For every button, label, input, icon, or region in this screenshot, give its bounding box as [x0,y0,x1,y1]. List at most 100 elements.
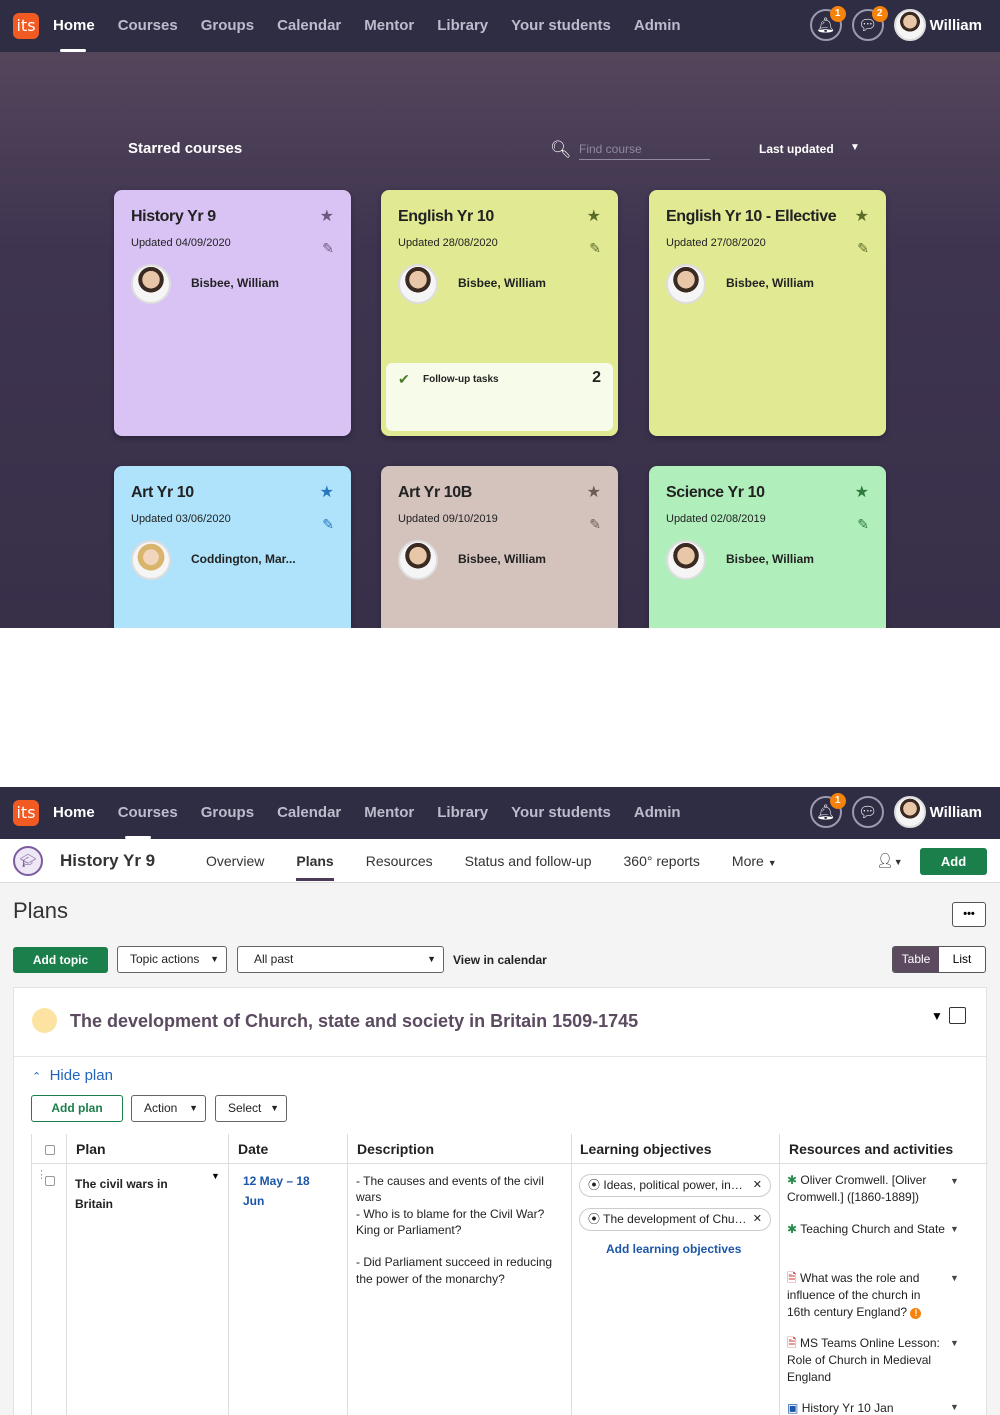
course-card[interactable]: Science Yr 10 Updated 02/08/2019 ★ ✎ Bisbee,… [649,466,886,628]
nav-calendar[interactable]: Calendar [277,787,341,839]
nav-your-students[interactable]: Your students [511,0,611,52]
notifications-button[interactable]: 🔔︎ 1 [809,6,846,41]
plan-date[interactable]: 12 May – 18 Jun [243,1171,323,1211]
close-icon[interactable]: ✕ [753,1175,762,1196]
view-table-button[interactable]: Table [893,947,939,972]
star-icon[interactable]: ★ [855,482,869,502]
user-name[interactable]: William [930,17,982,34]
pencil-icon[interactable]: ✎ [589,240,601,257]
header-plan[interactable]: Plan [76,1141,106,1157]
course-card-title[interactable]: History Yr 9 [131,208,216,226]
nav-calendar[interactable]: Calendar [277,0,341,52]
course-card-title[interactable]: Art Yr 10 [131,484,194,502]
nav-home[interactable]: Home [53,787,95,839]
person-icon[interactable]: 👤︎▼ [876,852,903,869]
tab-more[interactable]: More ▼ [732,839,777,883]
user-name[interactable]: William [930,804,982,821]
resource-item[interactable]: ✱ Oliver Cromwell. [Oliver Cromwell.] ([… [787,1172,947,1206]
nav-admin[interactable]: Admin [634,0,681,52]
pencil-icon[interactable]: ✎ [322,240,334,257]
course-card-title[interactable]: English Yr 10 - Ellective [666,208,837,226]
its-logo[interactable]: its [13,800,39,826]
nav-courses[interactable]: Courses [118,0,178,52]
nav-home[interactable]: Home [53,0,95,52]
period-select[interactable]: All past ▼ [237,946,444,973]
header-resources[interactable]: Resources and activities [789,1141,953,1157]
row-checkbox[interactable] [45,1176,55,1186]
hide-plan-toggle[interactable]: ⌃ Hide plan [32,1067,113,1084]
caret-down-icon[interactable]: ▼ [950,1273,959,1283]
topic-actions-select[interactable]: Topic actions ▼ [117,946,227,973]
search-icon[interactable]: 🔍︎ [550,140,572,160]
view-list-button[interactable]: List [939,947,985,972]
nav-mentor[interactable]: Mentor [364,0,414,52]
nav-mentor[interactable]: Mentor [364,787,414,839]
view-in-calendar-link[interactable]: View in calendar [453,953,547,967]
tab-plans[interactable]: Plans [296,839,335,883]
nav-groups[interactable]: Groups [201,0,254,52]
star-icon[interactable]: ★ [587,206,601,226]
header-description[interactable]: Description [357,1141,434,1157]
action-select[interactable]: Action ▼ [131,1095,206,1122]
pencil-icon[interactable]: ✎ [322,516,334,533]
caret-down-icon[interactable]: ▼ [950,1176,959,1186]
caret-down-icon[interactable]: ▼ [950,1338,959,1348]
messages-button[interactable]: 💬︎ 2 [851,6,888,41]
star-icon[interactable]: ★ [587,482,601,502]
pencil-icon[interactable]: ✎ [857,516,869,533]
follow-up-tasks-panel[interactable]: ✔ Follow-up tasks 2 [386,363,613,431]
tab-resources[interactable]: Resources [366,839,433,883]
course-card[interactable]: Art Yr 10 Updated 03/06/2020 ★ ✎ Coddington,… [114,466,351,628]
resource-item[interactable]: ▣ History Yr 10 Jan [787,1400,947,1415]
sort-dropdown[interactable]: Last updated [759,142,834,156]
messages-button[interactable]: 💬︎ [851,796,884,828]
user-avatar[interactable] [893,796,926,828]
caret-down-icon[interactable]: ▼ [850,142,860,153]
add-button[interactable]: Add [920,848,987,875]
nav-library[interactable]: Library [437,0,488,52]
find-course-input[interactable] [579,138,710,160]
resource-item[interactable]: 🗎︎ MS Teams Online Lesson: Role of Churc… [787,1335,947,1386]
caret-down-icon[interactable]: ▼ [950,1402,959,1412]
add-topic-button[interactable]: Add topic [13,947,108,973]
add-plan-button[interactable]: Add plan [31,1095,123,1122]
tab-360-reports[interactable]: 360° reports [624,839,700,883]
tab-overview[interactable]: Overview [206,839,264,883]
nav-courses[interactable]: Courses [118,787,178,839]
add-learning-objectives-link[interactable]: Add learning objectives [606,1242,741,1256]
tab-status-follow-up[interactable]: Status and follow-up [465,839,592,883]
resource-item[interactable]: 🗎︎ What was the role and influence of th… [787,1270,947,1321]
star-icon[interactable]: ★ [320,206,334,226]
star-icon[interactable]: ★ [855,206,869,226]
select-dropdown[interactable]: Select ▼ [215,1095,287,1122]
nav-groups[interactable]: Groups [201,787,254,839]
resource-item[interactable]: ✱ Teaching Church and State [787,1221,947,1238]
course-card-title[interactable]: Science Yr 10 [666,484,765,502]
its-logo[interactable]: its [13,13,39,39]
notifications-button[interactable]: 🔔︎ 1 [809,793,846,828]
objective-chip[interactable]: ⦿ The development of Chu… ✕ [579,1208,771,1231]
caret-down-icon[interactable]: ▼ [950,1224,959,1234]
user-avatar[interactable] [893,9,926,41]
topic-title[interactable]: The development of Church, state and soc… [70,1011,638,1032]
pencil-icon[interactable]: ✎ [589,516,601,533]
star-icon[interactable]: ★ [320,482,334,502]
nav-admin[interactable]: Admin [634,787,681,839]
caret-down-icon[interactable]: ▼ [211,1171,220,1181]
header-date[interactable]: Date [238,1141,268,1157]
close-icon[interactable]: ✕ [753,1209,762,1230]
course-card[interactable]: English Yr 10 Updated 28/08/2020 ★ ✎ Bisbee,… [381,190,618,436]
nav-your-students[interactable]: Your students [511,787,611,839]
course-card[interactable]: English Yr 10 - Ellective Updated 27/08/2… [649,190,886,436]
course-title[interactable]: History Yr 9 [60,851,155,871]
nav-library[interactable]: Library [437,787,488,839]
header-learning-objectives[interactable]: Learning objectives [580,1141,711,1157]
course-card[interactable]: History Yr 9 Updated 04/09/2020 ★ ✎ Bisbee, … [114,190,351,436]
topic-checkbox[interactable] [949,1007,966,1024]
caret-down-icon[interactable]: ▼ [931,1009,943,1023]
course-card-title[interactable]: Art Yr 10B [398,484,472,502]
pencil-icon[interactable]: ✎ [857,240,869,257]
plan-name[interactable]: The civil wars in Britain [75,1174,200,1214]
course-card-title[interactable]: English Yr 10 [398,208,494,226]
objective-chip[interactable]: ⦿ Ideas, political power, in… ✕ [579,1174,771,1197]
